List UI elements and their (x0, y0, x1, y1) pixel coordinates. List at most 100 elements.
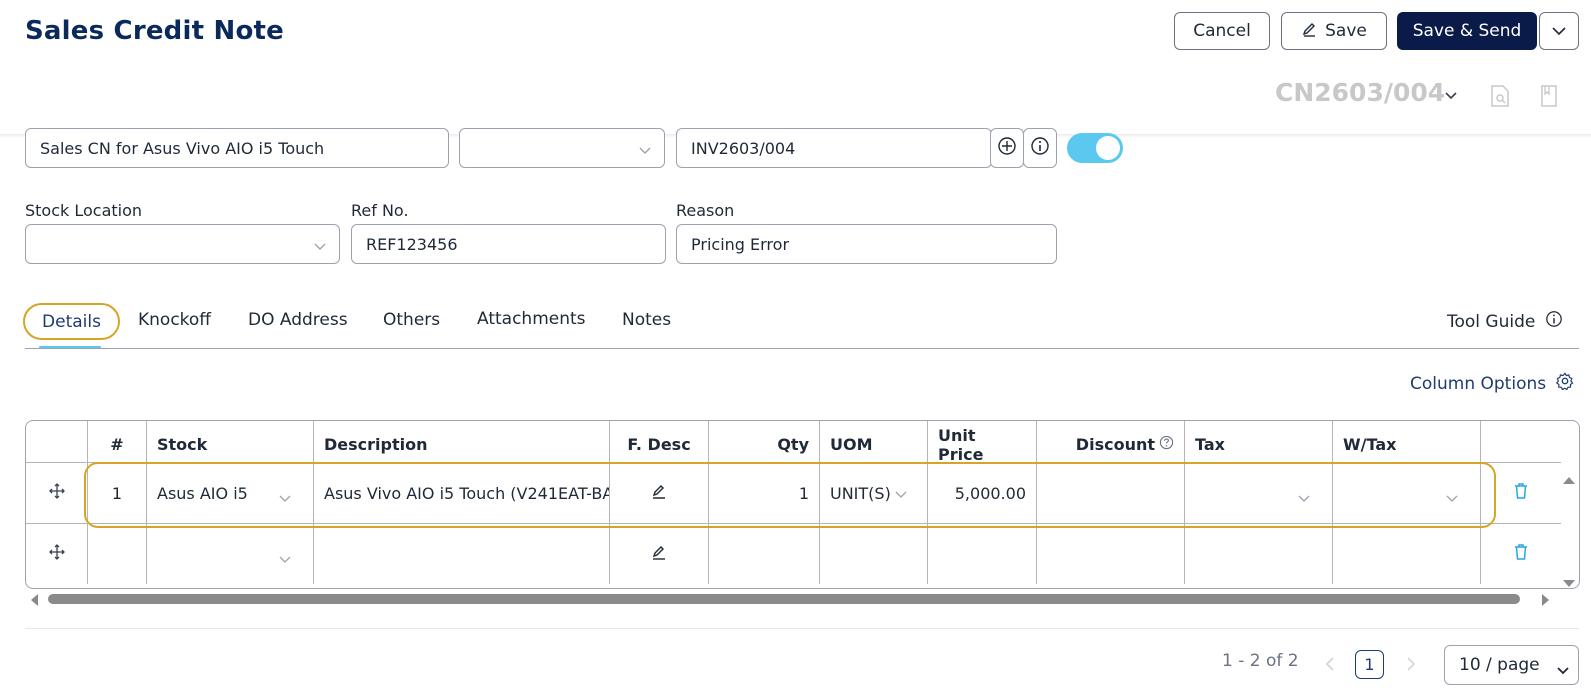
delete-row-button[interactable] (1481, 524, 1561, 584)
trash-icon (1513, 482, 1529, 504)
uom-value: UNIT(S) (830, 483, 891, 503)
more-options-button[interactable] (1539, 12, 1579, 50)
page-number-button[interactable]: 1 (1355, 650, 1384, 679)
wtax-select[interactable] (1333, 524, 1481, 584)
scroll-up-icon[interactable] (1562, 470, 1576, 489)
plus-circle-icon (997, 136, 1017, 160)
wtax-select[interactable] (1333, 463, 1481, 523)
drag-handle[interactable] (26, 524, 88, 584)
tab-notes[interactable]: Notes (622, 310, 671, 330)
move-icon (48, 483, 65, 503)
tab-others[interactable]: Others (383, 310, 440, 330)
drag-handle[interactable] (26, 463, 88, 523)
info-icon (1545, 310, 1563, 333)
type-dropdown[interactable] (459, 128, 665, 168)
fdesc-edit-button[interactable] (610, 524, 709, 584)
tab-knockoff[interactable]: Knockoff (138, 310, 211, 330)
reason-input[interactable]: Pricing Error (676, 224, 1057, 264)
scroll-left-icon[interactable] (29, 592, 39, 611)
row-number: 1 (88, 463, 147, 523)
unit-price-cell[interactable] (928, 524, 1037, 584)
tax-select[interactable] (1185, 524, 1333, 584)
tabs-divider (25, 348, 1579, 349)
invoice-info-button[interactable] (1023, 128, 1057, 168)
page-size-select[interactable]: 10 / page (1444, 645, 1579, 685)
pencil-icon (651, 544, 667, 564)
unit-price-cell[interactable]: 5,000.00 (928, 463, 1037, 523)
ref-no-input[interactable]: REF123456 (351, 224, 666, 264)
save-label: Save (1325, 21, 1367, 41)
column-header-unit-price[interactable]: Unit Price (928, 421, 1037, 468)
column-header-actions (1481, 421, 1561, 468)
tab-attachments[interactable]: Attachments (477, 309, 586, 329)
tab-details[interactable]: Details (23, 303, 120, 340)
document-search-icon[interactable] (1490, 84, 1510, 112)
stock-location-label: Stock Location (25, 201, 143, 220)
column-header-discount[interactable]: Discount (1037, 421, 1185, 468)
tax-select[interactable] (1185, 463, 1333, 523)
chevron-down-icon (1556, 661, 1570, 681)
column-header-uom[interactable]: UOM (820, 421, 928, 468)
discount-cell[interactable] (1037, 524, 1185, 584)
move-icon (48, 544, 65, 564)
column-header-stock[interactable]: Stock (147, 421, 314, 468)
invoice-input[interactable]: INV2603/004 (676, 128, 992, 168)
stock-location-dropdown[interactable] (25, 224, 340, 264)
add-invoice-button[interactable] (990, 128, 1024, 168)
qty-cell[interactable]: 1 (709, 463, 820, 523)
stock-select[interactable]: Asus AIO i5 (147, 463, 314, 523)
page-title: Sales Credit Note (25, 16, 284, 46)
help-icon[interactable] (1159, 435, 1174, 454)
column-header-qty[interactable]: Qty (709, 421, 820, 468)
delete-row-button[interactable] (1481, 463, 1561, 523)
uom-select[interactable] (820, 524, 928, 584)
pencil-icon (1301, 21, 1317, 42)
column-header-number: # (88, 421, 147, 468)
uom-select[interactable]: UNIT(S) (820, 463, 928, 523)
qty-cell[interactable] (709, 524, 820, 584)
next-page-icon[interactable] (1406, 656, 1416, 676)
chevron-down-icon (279, 488, 291, 507)
footer-divider (25, 628, 1579, 629)
info-icon (1030, 136, 1050, 160)
scroll-down-icon[interactable] (1562, 574, 1576, 593)
discount-cell[interactable] (1037, 463, 1185, 523)
stock-select[interactable] (147, 524, 314, 584)
tool-guide-link[interactable]: Tool Guide (1447, 310, 1563, 333)
scroll-right-icon[interactable] (1541, 592, 1551, 611)
trash-icon (1513, 543, 1529, 565)
column-options-button[interactable]: Column Options (1410, 372, 1574, 395)
horizontal-scrollbar[interactable] (48, 594, 1520, 604)
prev-page-icon[interactable] (1325, 656, 1335, 676)
cancel-button[interactable]: Cancel (1174, 12, 1270, 50)
column-header-description[interactable]: Description (314, 421, 610, 468)
tab-do-address[interactable]: DO Address (248, 310, 348, 330)
description-input[interactable]: Sales CN for Asus Vivo AIO i5 Touch (25, 128, 449, 168)
toggle-switch[interactable] (1067, 133, 1123, 163)
save-and-send-button[interactable]: Save & Send (1397, 12, 1537, 50)
chevron-down-icon (895, 484, 907, 503)
row-number (88, 524, 147, 584)
bookmark-icon[interactable] (1540, 84, 1558, 112)
stock-value: Asus AIO i5 (157, 483, 248, 503)
chevron-down-icon (638, 141, 652, 160)
column-header-tax[interactable]: Tax (1185, 421, 1333, 468)
description-cell[interactable] (314, 524, 610, 584)
reason-label: Reason (676, 201, 735, 220)
pagination-range: 1 - 2 of 2 (1222, 651, 1299, 671)
doc-number-chevron-icon[interactable] (1444, 86, 1458, 105)
column-header-fdesc[interactable]: F. Desc (610, 421, 709, 468)
save-and-send-label: Save & Send (1412, 21, 1522, 41)
ref-no-label: Ref No. (351, 201, 409, 220)
chevron-down-icon (313, 237, 327, 256)
chevron-down-icon (279, 549, 291, 568)
column-header-wtax[interactable]: W/Tax (1333, 421, 1481, 468)
items-table: # Stock Description F. Desc Qty UOM Unit… (25, 420, 1580, 589)
pencil-icon (651, 483, 667, 503)
tab-details-label: Details (42, 311, 101, 332)
description-cell[interactable]: Asus Vivo AIO i5 Touch (V241EAT-BA (314, 463, 610, 523)
column-options-label: Column Options (1410, 373, 1547, 394)
save-button[interactable]: Save (1281, 12, 1387, 50)
toggle-knob (1096, 136, 1120, 160)
fdesc-edit-button[interactable] (610, 463, 709, 523)
